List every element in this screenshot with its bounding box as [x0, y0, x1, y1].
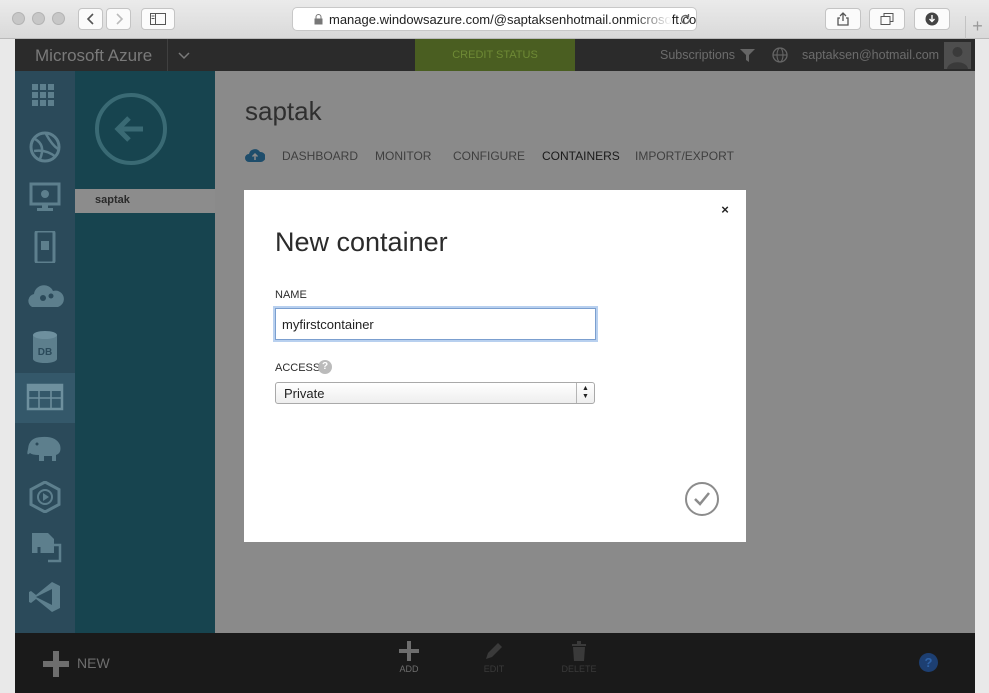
sidebar-item-hdinsight[interactable]	[15, 423, 75, 473]
downloads-button[interactable]	[914, 8, 950, 30]
delete-button[interactable]: DELETE	[554, 641, 604, 687]
access-select[interactable]: Private ▲ ▼	[275, 382, 595, 404]
service-bus-icon	[32, 533, 62, 563]
sidebar-item-sql-databases[interactable]: DB	[15, 323, 75, 373]
chevron-right-icon	[115, 13, 123, 25]
checkmark-icon	[694, 492, 710, 506]
tab-configure[interactable]: CONFIGURE	[453, 149, 525, 163]
hdinsight-icon	[27, 436, 61, 461]
tab-monitor[interactable]: MONITOR	[375, 149, 431, 163]
plus-icon	[43, 651, 69, 677]
tab-containers[interactable]: CONTAINERS	[542, 149, 620, 163]
sidebar-item-media-services[interactable]	[15, 473, 75, 523]
dialog-title: New container	[275, 227, 448, 257]
user-avatar-icon	[947, 47, 968, 69]
access-selected-value: Private	[284, 386, 325, 401]
new-tab-button[interactable]: +	[965, 16, 989, 39]
web-apps-icon	[29, 131, 61, 163]
back-button[interactable]	[78, 8, 103, 30]
pencil-icon	[486, 643, 502, 659]
close-dialog-button[interactable]: ×	[717, 202, 733, 218]
portal-top-bar: Microsoft Azure CREDIT STATUS Subscripti…	[15, 39, 975, 71]
url-fade	[632, 8, 672, 30]
service-sidebar: DB	[15, 71, 75, 633]
credit-status-button[interactable]: CREDIT STATUS	[415, 39, 575, 71]
virtual-machines-icon	[29, 182, 61, 211]
media-services-icon	[29, 481, 61, 513]
close-window-button[interactable]	[12, 12, 25, 25]
sidebar-item-visual-studio[interactable]	[15, 573, 75, 623]
edit-button[interactable]: EDIT	[469, 641, 519, 687]
cloud-upload-icon	[245, 149, 265, 162]
confirm-button[interactable]	[685, 482, 719, 516]
chevron-down-icon	[177, 52, 190, 60]
avatar[interactable]	[944, 42, 971, 69]
sidebar-item-web-apps[interactable]	[15, 123, 75, 173]
new-label: NEW	[77, 655, 110, 671]
trash-icon	[572, 641, 586, 661]
sidebar-item-virtual-machines[interactable]	[15, 173, 75, 223]
user-email[interactable]: saptaksen@hotmail.com	[802, 48, 939, 62]
zoom-window-button[interactable]	[52, 12, 65, 25]
new-container-dialog: × New container NAME ACCESS ? Private ▲▼	[244, 190, 746, 542]
share-button[interactable]	[825, 8, 861, 30]
sidebar-item-service-bus[interactable]	[15, 523, 75, 573]
chevron-left-icon	[86, 13, 94, 25]
edit-label: EDIT	[483, 664, 505, 674]
command-bar: NEW ADD EDIT DELETE ?	[15, 633, 975, 693]
app-menu-button[interactable]	[167, 39, 199, 71]
visual-studio-icon	[29, 582, 60, 612]
sidebar-icon	[150, 13, 166, 25]
storage-icon	[26, 383, 64, 411]
forward-button[interactable]	[106, 8, 131, 30]
name-label: NAME	[275, 289, 307, 301]
lock-icon	[314, 14, 323, 25]
cloud-services-icon	[28, 285, 64, 307]
mobile-services-icon	[34, 231, 56, 263]
subscriptions-link[interactable]: Subscriptions	[660, 48, 735, 62]
back-navigation-button[interactable]	[95, 93, 167, 165]
container-name-input[interactable]	[275, 308, 596, 340]
reload-icon[interactable]	[679, 13, 692, 26]
sidebar-item-all-items[interactable]	[15, 73, 75, 123]
select-arrows-icon: ▲ ▼	[576, 383, 594, 403]
all-items-icon	[32, 84, 54, 106]
tab-import-export[interactable]: IMPORT/EXPORT	[635, 149, 734, 163]
add-button[interactable]: ADD	[384, 641, 434, 687]
sidebar-item-mobile-services[interactable]	[15, 223, 75, 273]
resource-panel: saptak	[75, 71, 215, 633]
sidebar-item-cloud-services[interactable]	[15, 273, 75, 323]
help-button[interactable]: ?	[919, 653, 938, 672]
sql-databases-icon: DB	[33, 331, 57, 363]
access-label: ACCESS	[275, 362, 321, 374]
delete-label: DELETE	[561, 664, 597, 674]
filter-icon[interactable]	[740, 49, 755, 62]
add-icon	[399, 641, 419, 661]
svg-text:DB: DB	[38, 347, 52, 358]
panel-item-selected[interactable]: saptak	[75, 189, 215, 213]
new-button[interactable]: NEW	[43, 647, 133, 679]
access-help-icon[interactable]: ?	[318, 360, 332, 374]
app-title[interactable]: Microsoft Azure	[35, 46, 152, 66]
tabs-icon	[880, 13, 894, 25]
share-icon	[837, 12, 849, 26]
globe-icon[interactable]	[772, 47, 788, 63]
page-title: saptak	[245, 96, 322, 126]
tab-dashboard[interactable]: DASHBOARD	[282, 149, 358, 163]
minimize-window-button[interactable]	[32, 12, 45, 25]
browser-toolbar: manage.windowsazure.com/@saptaksenhotmai…	[0, 0, 989, 39]
sidebar-toggle-button[interactable]	[141, 8, 175, 30]
add-label: ADD	[399, 664, 419, 674]
sidebar-item-storage[interactable]	[15, 373, 75, 423]
address-bar[interactable]: manage.windowsazure.com/@saptaksenhotmai…	[292, 7, 697, 31]
download-icon	[925, 12, 939, 26]
arrow-left-icon	[114, 116, 143, 142]
tabs-overview-button[interactable]	[869, 8, 905, 30]
